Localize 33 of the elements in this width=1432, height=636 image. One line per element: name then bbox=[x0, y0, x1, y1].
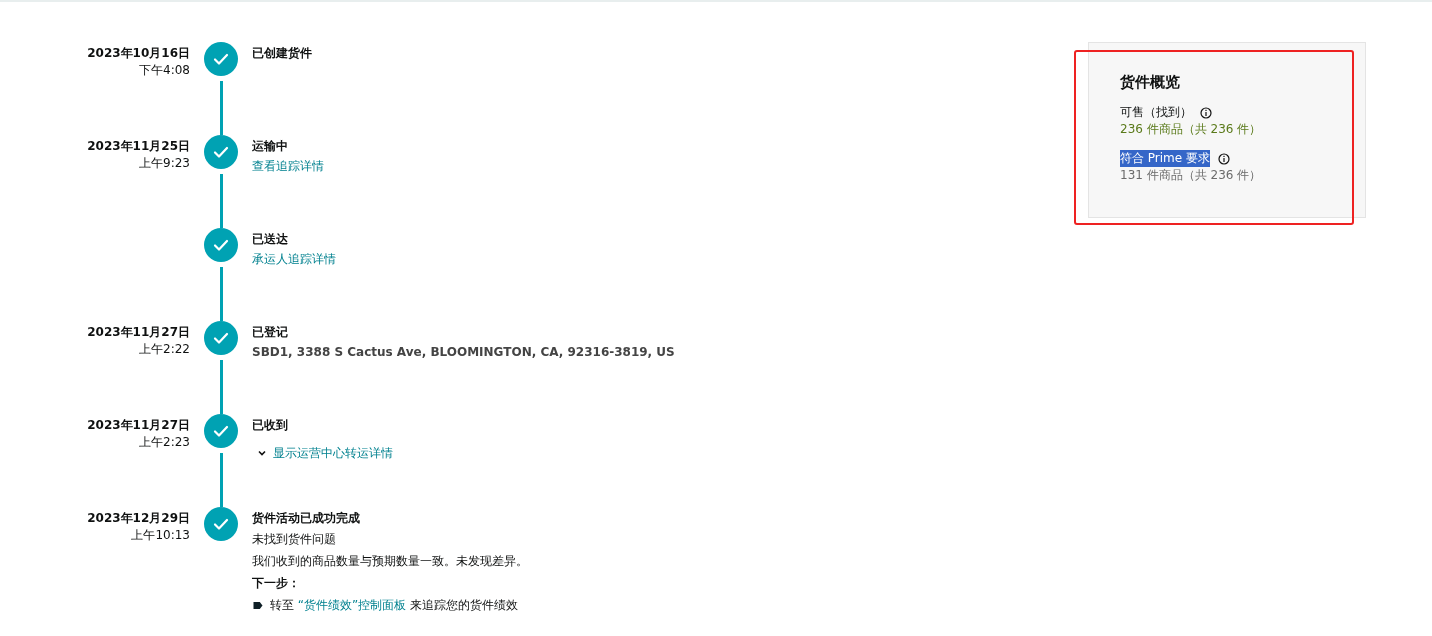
event-title: 运输中 bbox=[252, 138, 288, 155]
event-title: 已收到 bbox=[252, 417, 288, 434]
event-time: 上午9:23 bbox=[138, 155, 190, 172]
event-date: 2023年10月16日 bbox=[86, 45, 190, 62]
dashboard-link[interactable]: “货件绩效”控制面板 bbox=[297, 598, 407, 612]
event-date: 2023年11月27日 bbox=[86, 324, 190, 341]
metric-label: 可售（找到） bbox=[1120, 104, 1192, 121]
event-date: 2023年11月27日 bbox=[86, 417, 190, 434]
event-title: 已送达 bbox=[252, 231, 288, 248]
metric-label: 符合 Prime 要求 bbox=[1120, 150, 1210, 167]
event-address: SBD1, 3388 S Cactus Ave, BLOOMINGTON, CA, 92316-3819, US bbox=[252, 344, 675, 361]
metric-value: 131 件商品（共 236 件） bbox=[1120, 167, 1263, 184]
metric-value: 236 件商品（共 236 件） bbox=[1120, 121, 1263, 138]
event-title: 货件活动已成功完成 bbox=[252, 510, 360, 527]
event-note: 未找到货件问题 bbox=[252, 531, 336, 548]
info-icon[interactable] bbox=[1218, 152, 1230, 165]
tag-icon bbox=[252, 600, 264, 610]
tracking-link[interactable]: 承运人追踪详情 bbox=[252, 250, 336, 268]
event-title: 已登记 bbox=[252, 324, 288, 341]
event-time: 上午2:22 bbox=[138, 341, 190, 358]
event-date: 2023年12月29日 bbox=[86, 510, 190, 527]
event-note: 我们收到的商品数量与预期数量一致。未发现差异。 bbox=[252, 553, 528, 570]
event-date: 2023年11月25日 bbox=[86, 138, 190, 155]
event-time: 上午10:13 bbox=[130, 527, 190, 544]
next-step-heading: 下一步： bbox=[252, 575, 300, 592]
details-toggle-link[interactable]: 显示运营中心转运详情 bbox=[273, 444, 393, 462]
tracking-link[interactable]: 查看追踪详情 bbox=[252, 157, 324, 175]
event-time: 上午2:23 bbox=[138, 434, 190, 451]
overview-title: 货件概览 bbox=[1120, 73, 1181, 92]
info-icon[interactable] bbox=[1200, 106, 1212, 119]
event-title: 已创建货件 bbox=[252, 45, 312, 62]
next-step-text: 转至 “货件绩效”控制面板 来追踪您的货件绩效 bbox=[270, 597, 519, 614]
event-time: 下午4:08 bbox=[138, 62, 190, 79]
